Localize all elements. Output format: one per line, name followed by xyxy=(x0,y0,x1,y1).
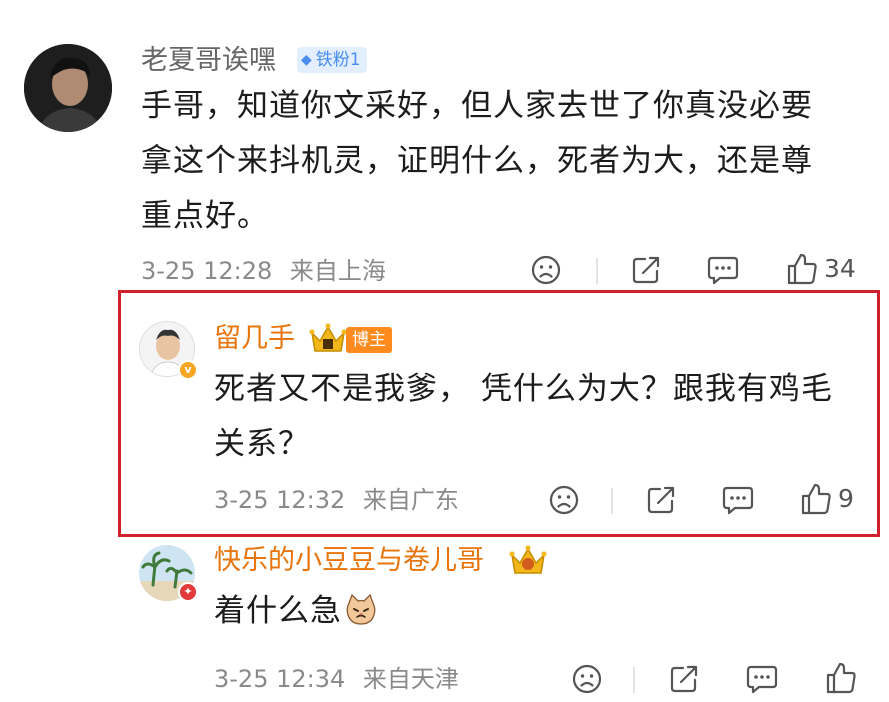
comment-icon xyxy=(707,256,739,285)
divider xyxy=(633,667,635,693)
username[interactable]: 快乐的小豆豆与卷儿哥 xyxy=(214,544,484,578)
location: 来自天津 xyxy=(362,665,459,693)
thumbs-up-icon xyxy=(801,483,831,515)
comment-text-line: 着什么急 xyxy=(214,593,342,629)
member-badge-icon: ✦ xyxy=(178,582,198,602)
timestamp: 3-25 12:28 xyxy=(141,257,273,285)
like-button[interactable]: 34 xyxy=(786,252,856,286)
username[interactable]: 留几手 xyxy=(214,322,295,356)
fan-badge-label: 铁粉1 xyxy=(315,50,361,70)
location: 来自上海 xyxy=(289,257,386,285)
like-count: 9 xyxy=(838,484,854,513)
thumbs-up-icon xyxy=(826,662,856,694)
timestamp: 3-25 12:34 xyxy=(214,665,346,693)
fan-badge[interactable]: ◆ 铁粉1 xyxy=(297,47,367,73)
like-count: 34 xyxy=(824,254,856,283)
verified-v-icon: v xyxy=(178,360,198,380)
comment-text: 死者又不是我爹， 凭什么为大？跟我有鸡毛 关系？ xyxy=(214,362,874,472)
username[interactable]: 老夏哥诶嘿 xyxy=(141,44,276,78)
crown-icon xyxy=(308,321,348,359)
divider xyxy=(611,488,613,514)
repost-button[interactable] xyxy=(630,254,662,286)
like-button[interactable] xyxy=(825,661,857,695)
thumbs-up-icon xyxy=(787,253,817,285)
like-button[interactable]: 9 xyxy=(800,482,854,516)
repost-button[interactable] xyxy=(645,484,677,516)
reply-button[interactable] xyxy=(706,254,740,286)
timestamp: 3-25 12:32 xyxy=(214,486,346,514)
repost-icon xyxy=(632,256,660,284)
comment-text-line: 手哥，知道你文采好，但人家去世了你真没必要 xyxy=(141,88,813,124)
reply-button[interactable] xyxy=(745,663,779,695)
comment-meta: 3-25 12:34 来自天津 xyxy=(214,664,459,694)
crown-icon xyxy=(508,543,548,581)
sad-face-icon xyxy=(531,255,561,285)
diamond-icon: ◆ xyxy=(301,52,312,68)
comment-icon xyxy=(746,665,778,694)
comment-text: 着什么急 xyxy=(214,584,378,645)
comment-text-line: 重点好。 xyxy=(141,198,269,234)
reply-button[interactable] xyxy=(721,484,755,516)
comment-meta: 3-25 12:32 来自广东 xyxy=(214,485,459,515)
avatar[interactable] xyxy=(24,44,112,132)
cat-emoji-icon xyxy=(344,590,378,645)
sad-face-icon xyxy=(572,664,602,694)
comment-meta: 3-25 12:28 来自上海 xyxy=(141,256,386,286)
comment-text: 手哥，知道你文采好，但人家去世了你真没必要 拿这个来抖机灵，证明什么，死者为大，… xyxy=(141,79,881,244)
repost-icon xyxy=(670,665,698,693)
dislike-button[interactable] xyxy=(548,484,580,516)
sad-face-icon xyxy=(549,485,579,515)
location: 来自广东 xyxy=(362,486,459,514)
repost-button[interactable] xyxy=(668,663,700,695)
divider xyxy=(596,258,598,284)
dislike-button[interactable] xyxy=(571,663,603,695)
comment-text-line: 死者又不是我爹， 凭什么为大？跟我有鸡毛 xyxy=(214,371,833,407)
dislike-button[interactable] xyxy=(530,254,562,286)
comment-icon xyxy=(722,486,754,515)
repost-icon xyxy=(647,486,675,514)
comment-text-line: 关系？ xyxy=(214,426,310,462)
host-badge: 博主 xyxy=(346,327,392,353)
comment-text-line: 拿这个来抖机灵，证明什么，死者为大，还是尊 xyxy=(141,143,813,179)
